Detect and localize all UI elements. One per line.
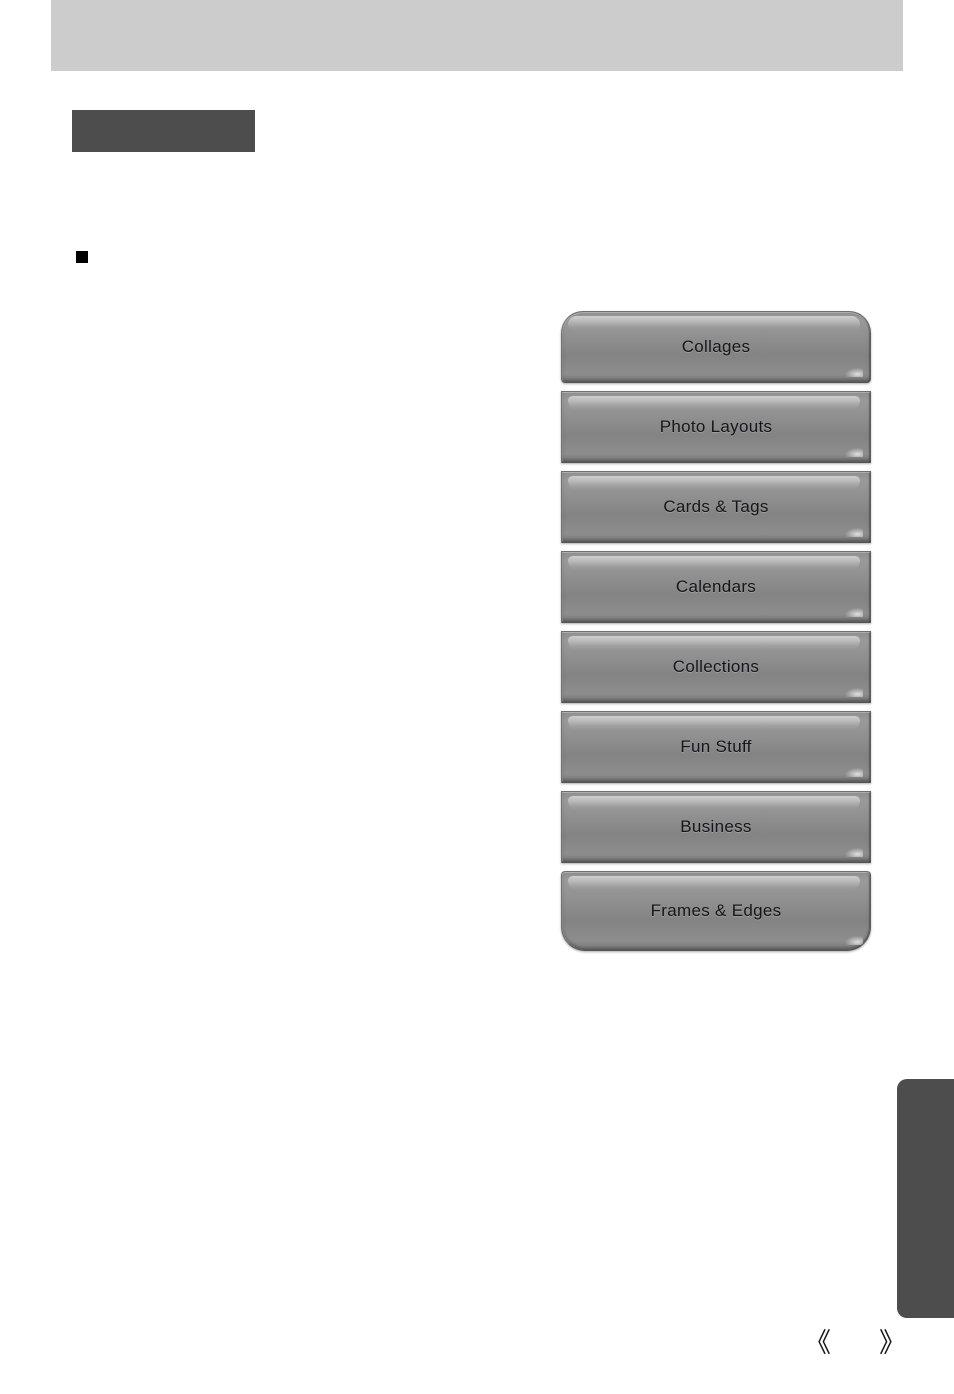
category-button-collages[interactable]: Collages [561,311,871,383]
category-button-frames-and-edges[interactable]: Frames & Edges [561,871,871,951]
category-button-business[interactable]: Business [561,791,871,863]
edge-index-tab [897,1079,954,1318]
square-bullet-icon [76,251,88,263]
category-button-label: Frames & Edges [650,901,782,920]
category-button-cards-and-tags[interactable]: Cards & Tags [561,471,871,543]
page-header-band [51,0,903,71]
category-button-photo-layouts[interactable]: Photo Layouts [561,391,871,463]
page-number-footer: 《 》 [804,1320,906,1360]
category-button-fun-stuff[interactable]: Fun Stuff [561,711,871,783]
edge-index-tab-label [897,1079,954,1318]
category-button-calendars[interactable]: Calendars [561,551,871,623]
category-button-label: Business [680,817,752,836]
category-button-label: Fun Stuff [680,737,752,756]
category-button-label: Collections [672,657,760,676]
section-title-block [72,110,255,152]
category-button-collections[interactable]: Collections [561,631,871,703]
template-category-button-panel: Collages Photo Layouts Cards & Tags Cale… [561,311,871,951]
bracket-right-icon: 》 [879,1327,906,1359]
bracket-left-icon: 《 [804,1327,831,1359]
category-button-label: Cards & Tags [663,497,769,516]
category-button-label: Collages [681,337,751,356]
manual-page: Collages Photo Layouts Cards & Tags Cale… [0,0,954,1394]
category-button-label: Calendars [675,577,757,596]
category-button-label: Photo Layouts [659,417,773,436]
bullet-list-item [76,249,102,263]
